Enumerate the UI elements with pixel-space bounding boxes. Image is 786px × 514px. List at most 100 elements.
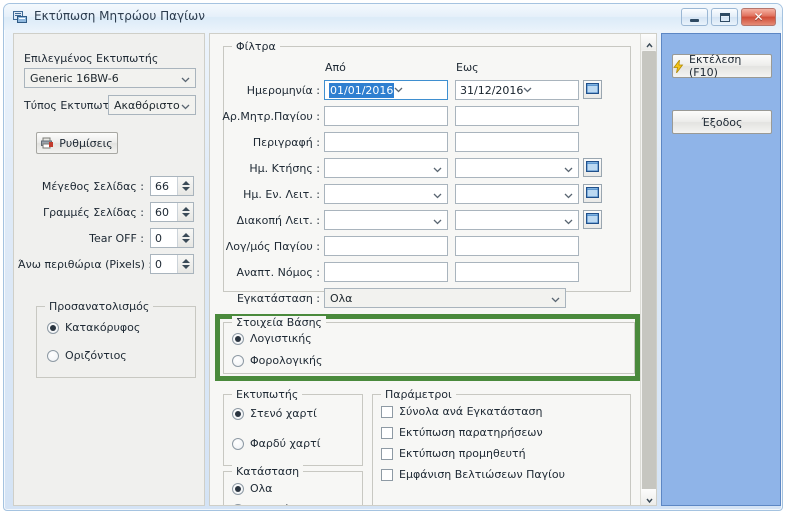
radio-dot-icon bbox=[232, 482, 244, 495]
checkbox-label: Σύνολα ανά Εγκατάσταση bbox=[399, 405, 543, 418]
scroll-up-button[interactable] bbox=[641, 34, 656, 50]
filter-date-to[interactable]: 31/12/2016 bbox=[455, 80, 579, 100]
printer-type-label: Τύπος Εκτυπωτή: bbox=[24, 99, 120, 112]
chevron-up-icon bbox=[181, 259, 190, 263]
checkbox-print-supplier[interactable]: Εκτύπωση προμηθευτή bbox=[381, 447, 526, 460]
radio-orientation-landscape[interactable]: Οριζόντιος bbox=[47, 349, 127, 362]
checkbox-show-improvements[interactable]: Εμφάνιση Βελτιώσεων Παγίου bbox=[381, 468, 565, 481]
selected-printer-combo[interactable]: Generic 16BW-6 bbox=[24, 68, 196, 88]
radio-dot-icon bbox=[232, 354, 244, 367]
radio-dot-icon bbox=[232, 503, 244, 505]
chevron-down-icon bbox=[181, 265, 190, 269]
tear-off-stepper[interactable]: 0 bbox=[150, 228, 194, 248]
radio-label: Φορολογικής bbox=[250, 354, 323, 367]
filter-label-start-operation: Ημ. Εν. Λειτ. : bbox=[243, 188, 320, 201]
chevron-down-icon bbox=[433, 216, 442, 225]
page-lines-label: Γραμμές Σελίδας : bbox=[42, 206, 144, 219]
filter-asset-no-to[interactable] bbox=[455, 106, 579, 126]
window-title: Εκτύπωση Μητρώου Παγίων bbox=[34, 9, 205, 23]
radio-dot-icon bbox=[232, 437, 244, 450]
radio-dot-icon bbox=[232, 332, 244, 345]
chevron-down-icon bbox=[433, 164, 442, 173]
column-header-from: Από bbox=[325, 61, 346, 74]
filter-dev-law-from[interactable] bbox=[324, 262, 448, 282]
calendar-button-start-operation[interactable] bbox=[583, 184, 602, 203]
filter-dev-law-to[interactable] bbox=[455, 262, 579, 282]
filter-label-dev-law: Αναπτ. Νόμος : bbox=[236, 266, 320, 279]
printer-type-combo[interactable]: Ακαθόριστο bbox=[108, 95, 196, 115]
filter-asset-no-from[interactable] bbox=[324, 106, 448, 126]
calendar-button-acquisition[interactable] bbox=[583, 158, 602, 177]
base-data-group: Στοιχεία Βάσης Λογιστικής Φορολογικής bbox=[223, 316, 635, 374]
chevron-up-icon bbox=[181, 207, 190, 211]
scroll-thumb[interactable] bbox=[642, 51, 656, 491]
radio-status-all[interactable]: Ολα bbox=[232, 482, 272, 495]
filter-description-from[interactable] bbox=[324, 132, 448, 152]
filter-date-from[interactable]: 01/01/2016 bbox=[324, 80, 448, 100]
maximize-button[interactable] bbox=[711, 8, 738, 26]
calendar-button-date[interactable] bbox=[583, 80, 602, 99]
radio-paper-narrow[interactable]: Στενό χαρτί bbox=[232, 407, 317, 420]
filter-acquisition-to[interactable] bbox=[455, 158, 579, 178]
form-scrollbar[interactable] bbox=[640, 34, 656, 505]
parameters-group: Παράμετροι Σύνολα ανά Εγκατάσταση Εκτύπω… bbox=[372, 388, 631, 505]
top-margin-label: Άνω περιθώρια (Pixels) : bbox=[18, 258, 153, 271]
filter-description-to[interactable] bbox=[455, 132, 579, 152]
radio-dot-icon bbox=[47, 349, 59, 362]
page-lines-stepper[interactable]: 60 bbox=[150, 202, 194, 222]
stepper-buttons[interactable] bbox=[177, 177, 193, 195]
checkbox-totals-per-installation[interactable]: Σύνολα ανά Εγκατάσταση bbox=[381, 405, 542, 418]
close-button[interactable]: ✕ bbox=[741, 8, 776, 26]
client-area: Επιλεγμένος Εκτυπωτής Generic 16BW-6 Τύπ… bbox=[9, 31, 781, 506]
calendar-icon bbox=[586, 82, 599, 97]
filter-label-account: Λογ/μός Παγίου : bbox=[225, 240, 320, 253]
radio-dot-icon bbox=[47, 321, 59, 334]
stepper-buttons[interactable] bbox=[177, 255, 193, 273]
calendar-icon bbox=[586, 186, 599, 201]
filter-account-from[interactable] bbox=[324, 236, 448, 256]
tear-off-label: Tear OFF : bbox=[89, 232, 144, 245]
scroll-down-button[interactable] bbox=[641, 489, 656, 505]
filter-stop-operation-from[interactable] bbox=[324, 210, 448, 230]
radio-base-tax[interactable]: Φορολογικής bbox=[232, 354, 322, 367]
printer-icon bbox=[41, 137, 54, 149]
filter-account-to[interactable] bbox=[455, 236, 579, 256]
title-bar[interactable]: Εκτύπωση Μητρώου Παγίων ✕ bbox=[4, 4, 782, 30]
form-panel: Φίλτρα Από Εως Ημερομηνία : 01/01/2016 3… bbox=[209, 33, 657, 506]
checkbox-print-notes[interactable]: Εκτύπωση παρατηρήσεων bbox=[381, 426, 543, 439]
filter-label-asset-no: Αρ.Μητρ.Παγίου : bbox=[222, 110, 320, 123]
chevron-up-icon bbox=[181, 233, 190, 237]
filter-label-acquisition-date: Ημ. Κτήσης : bbox=[249, 162, 320, 175]
chevron-up-icon bbox=[645, 39, 653, 47]
chevron-down-icon bbox=[181, 239, 190, 243]
chevron-down-icon bbox=[551, 294, 560, 303]
stepper-buttons[interactable] bbox=[177, 229, 193, 247]
execute-button[interactable]: Εκτέλεση (F10) bbox=[672, 53, 772, 79]
column-header-to: Εως bbox=[456, 61, 479, 74]
radio-label: Ενεργά bbox=[250, 503, 290, 505]
page-size-stepper[interactable]: 66 bbox=[150, 176, 194, 196]
chevron-down-icon bbox=[523, 84, 532, 97]
filter-stop-operation-to[interactable] bbox=[455, 210, 579, 230]
base-data-highlight: Στοιχεία Βάσης Λογιστικής Φορολογικής bbox=[215, 314, 640, 381]
radio-orientation-portrait[interactable]: Κατακόρυφος bbox=[47, 321, 140, 334]
exit-button[interactable]: Έξοδος bbox=[672, 110, 772, 134]
filter-acquisition-from[interactable] bbox=[324, 158, 448, 178]
radio-status-active[interactable]: Ενεργά bbox=[232, 503, 290, 505]
filter-start-operation-to[interactable] bbox=[455, 184, 579, 204]
chevron-down-icon bbox=[564, 190, 573, 199]
chevron-down-icon bbox=[181, 213, 190, 217]
filter-start-operation-from[interactable] bbox=[324, 184, 448, 204]
top-margin-stepper[interactable]: 0 bbox=[150, 254, 194, 274]
radio-base-accounting[interactable]: Λογιστικής bbox=[232, 332, 312, 345]
radio-label: Κατακόρυφος bbox=[65, 321, 141, 334]
radio-paper-wide[interactable]: Φαρδύ χαρτί bbox=[232, 437, 320, 450]
settings-button[interactable]: Ρυθμίσεις bbox=[36, 132, 118, 154]
filter-date-to-value: 31/12/2016 bbox=[460, 83, 524, 97]
chevron-down-icon bbox=[181, 101, 190, 110]
calendar-button-stop-operation[interactable] bbox=[583, 210, 602, 229]
stepper-buttons[interactable] bbox=[177, 203, 193, 221]
close-icon: ✕ bbox=[753, 10, 764, 24]
installation-combo[interactable]: Ολα bbox=[324, 288, 566, 308]
minimize-button[interactable] bbox=[681, 8, 708, 26]
